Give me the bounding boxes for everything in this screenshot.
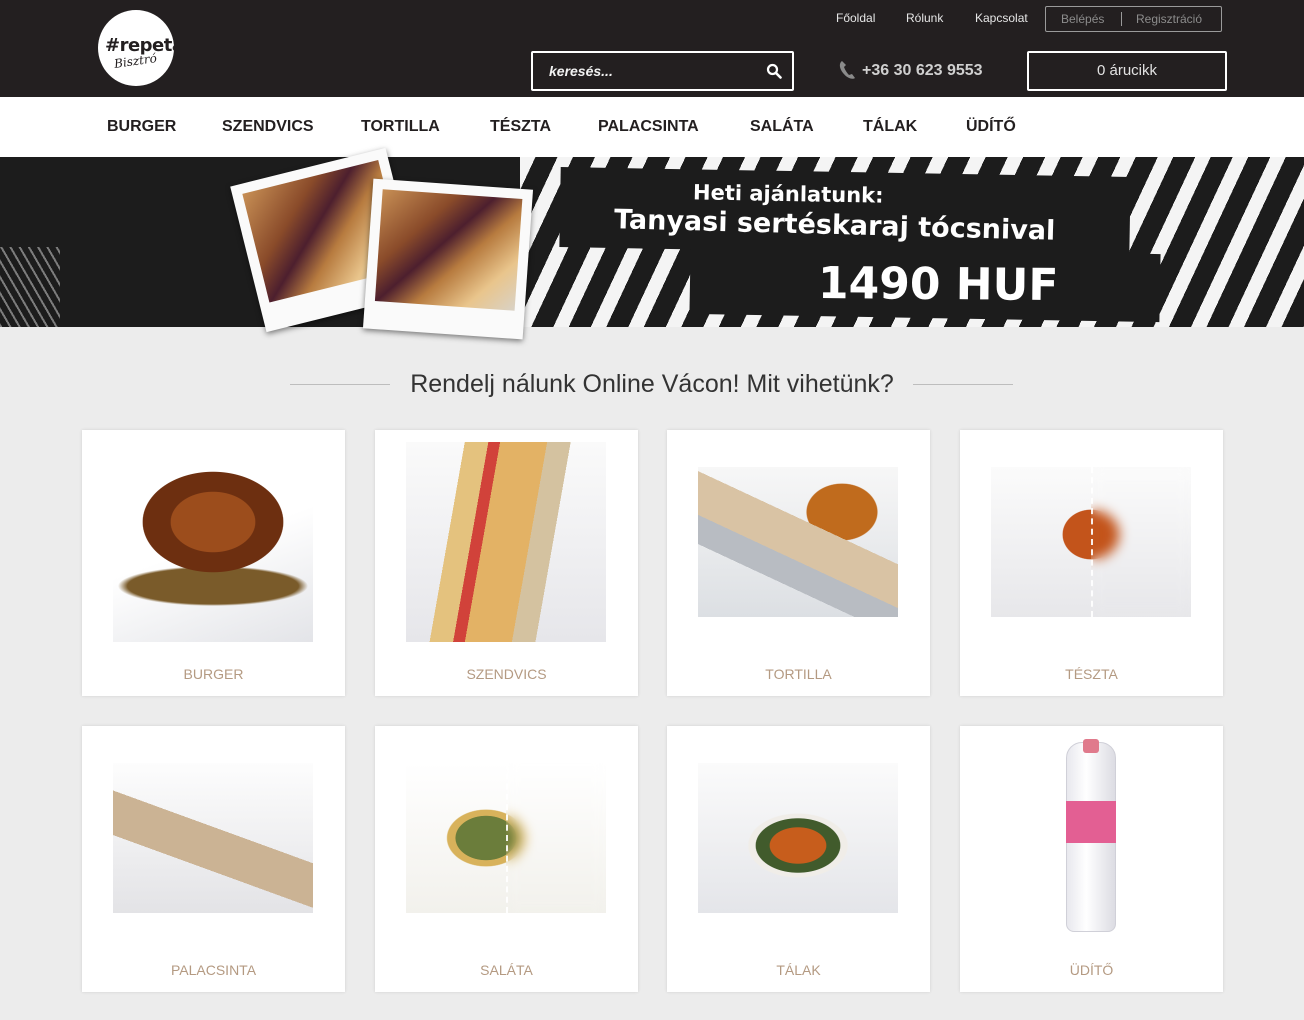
phone-number[interactable]: +36 30 623 9553 — [862, 62, 983, 80]
auth-box: Belépés Regisztráció — [1045, 6, 1222, 32]
banner-left-decoration — [0, 247, 60, 327]
platter-image — [698, 763, 898, 913]
category-nav-udito[interactable]: ÜDÍTŐ — [966, 118, 1016, 136]
salad-image — [406, 763, 606, 913]
category-card-teszta[interactable]: TÉSZTA — [960, 430, 1223, 696]
drink-image — [991, 738, 1191, 938]
banner-photo-2 — [362, 178, 534, 340]
search-box — [531, 51, 794, 91]
burger-image — [113, 442, 313, 642]
cart-label: 0 árucikk — [1096, 62, 1158, 79]
category-card-label: SZENDVICS — [466, 666, 547, 682]
pancake-image — [113, 763, 313, 913]
auth-divider — [1121, 12, 1122, 26]
category-card-talak[interactable]: TÁLAK — [667, 726, 930, 992]
phone-contact: +36 30 623 9553 — [836, 58, 996, 84]
search-icon[interactable] — [766, 63, 782, 79]
category-card-palacsinta[interactable]: PALACSINTA — [82, 726, 345, 992]
search-input[interactable] — [533, 53, 759, 89]
category-card-salata[interactable]: SALÁTA — [375, 726, 638, 992]
login-link[interactable]: Belépés — [1061, 12, 1104, 26]
category-card-burger[interactable]: BURGER — [82, 430, 345, 696]
sandwich-image — [406, 442, 606, 642]
category-card-szendvics[interactable]: SZENDVICS — [375, 430, 638, 696]
category-card-label: ÜDÍTŐ — [1069, 962, 1114, 978]
category-nav-szendvics[interactable]: SZENDVICS — [222, 118, 314, 136]
category-card-label: TÁLAK — [776, 962, 821, 978]
nav-link-home[interactable]: Főoldal — [836, 11, 875, 25]
register-link[interactable]: Regisztráció — [1136, 12, 1202, 26]
category-card-label: SALÁTA — [480, 962, 533, 978]
banner-heading: Heti ajánlatunk: — [692, 180, 884, 208]
category-nav-talak[interactable]: TÁLAK — [863, 118, 917, 136]
banner-price: 1490 HUF — [817, 257, 1059, 312]
category-nav-tortilla[interactable]: TORTILLA — [361, 118, 440, 136]
category-card-label: TÉSZTA — [1065, 666, 1118, 682]
category-nav-burger[interactable]: BURGER — [107, 118, 176, 136]
image-blur-overlay — [506, 763, 606, 913]
nav-link-about[interactable]: Rólunk — [906, 11, 943, 25]
water-bottle-image — [1066, 739, 1116, 932]
nav-link-contact[interactable]: Kapcsolat — [975, 11, 1028, 25]
phone-icon — [839, 61, 855, 79]
tortilla-image — [698, 467, 898, 617]
category-card-label: PALACSINTA — [170, 962, 257, 978]
category-card-label: TORTILLA — [765, 666, 832, 682]
category-nav-palacsinta[interactable]: PALACSINTA — [598, 118, 699, 136]
cart-button[interactable]: 0 árucikk — [1027, 51, 1227, 91]
category-card-tortilla[interactable]: TORTILLA — [667, 430, 930, 696]
category-card-label: BURGER — [183, 666, 244, 682]
category-nav-teszta[interactable]: TÉSZTA — [490, 118, 551, 136]
category-card-udito[interactable]: ÜDÍTŐ — [960, 726, 1223, 992]
section-title: Rendelj nálunk Online Vácon! Mit vihetün… — [410, 370, 894, 398]
top-header: #repeta Bisztró Főoldal Rólunk Kapcsolat… — [0, 0, 1304, 97]
category-nav-salata[interactable]: SALÁTA — [750, 118, 814, 136]
image-blur-overlay — [1091, 467, 1191, 617]
category-nav: BURGER SZENDVICS TORTILLA TÉSZTA PALACSI… — [0, 97, 1304, 157]
pasta-image — [991, 467, 1191, 617]
